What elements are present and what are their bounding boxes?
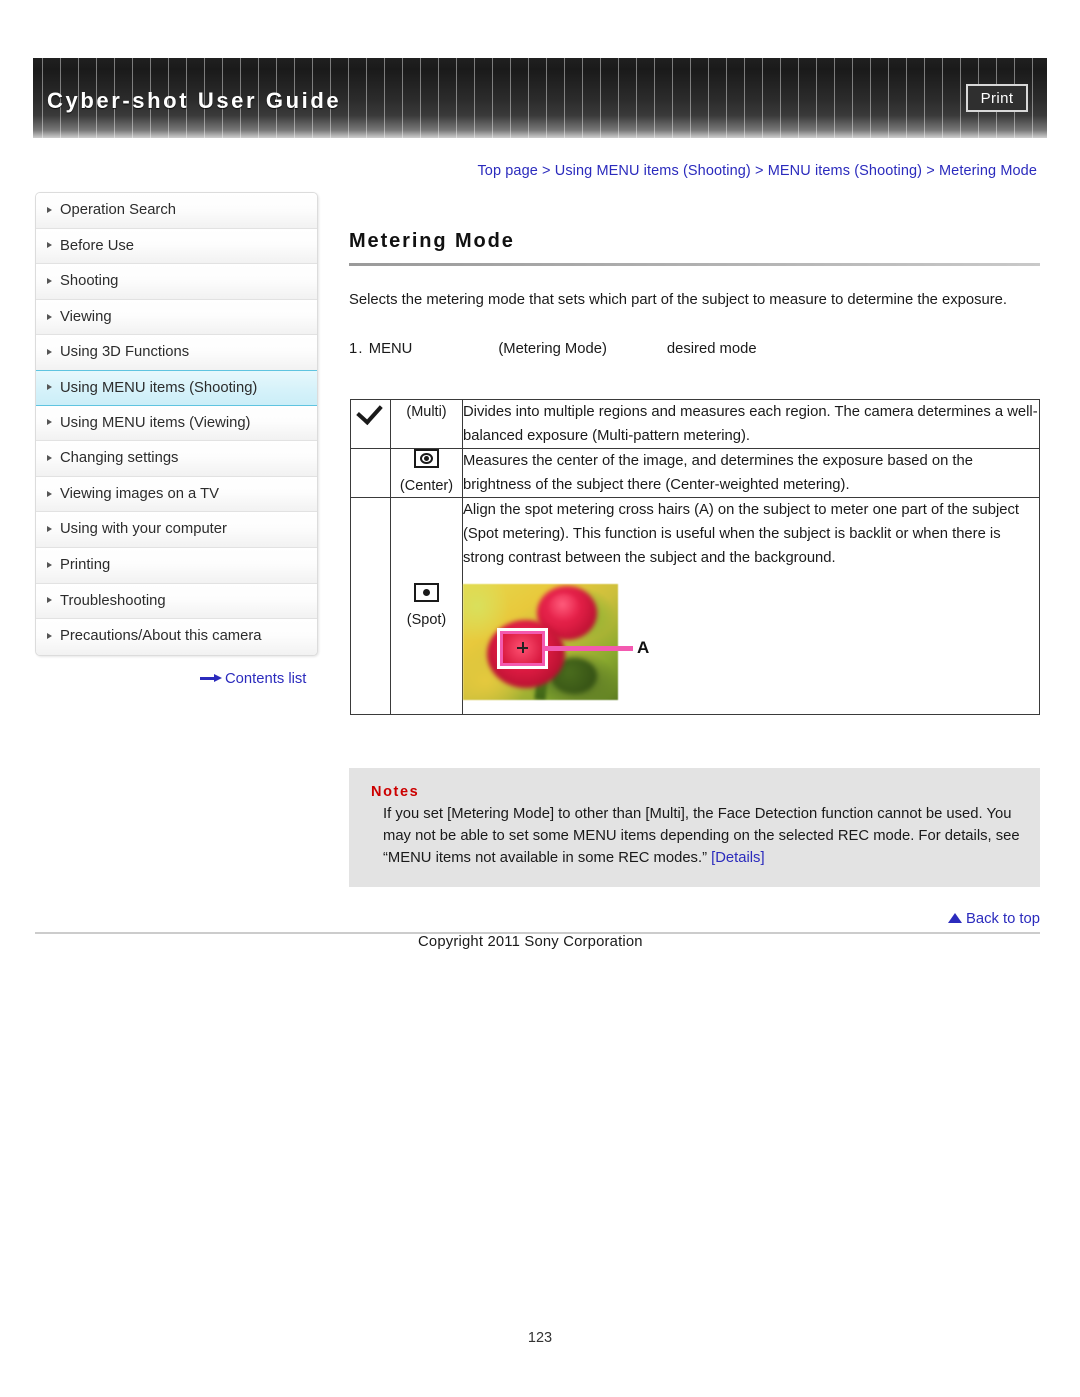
notes-body: If you set [Metering Mode] to other than… — [371, 803, 1024, 869]
sidebar-item-using-menu-items-shooting[interactable]: Using MENU items (Shooting) — [36, 369, 317, 406]
sidebar-item-label: Viewing images on a TV — [60, 485, 220, 502]
page-title: Metering Mode — [349, 230, 515, 252]
triangle-bullet-icon — [47, 597, 52, 604]
crosshair-icon — [522, 642, 524, 653]
table-row: (Center) Measures the center of the imag… — [350, 448, 1040, 498]
mode-description: Measures the center of the image, and de… — [462, 448, 1040, 498]
breadcrumb-item-menu-items-shooting[interactable]: MENU items (Shooting) — [768, 163, 922, 179]
breadcrumb-separator: > — [755, 163, 764, 179]
sidebar-item-using-with-your-computer[interactable]: Using with your computer — [36, 512, 317, 548]
sidebar-item-troubleshooting[interactable]: Troubleshooting — [36, 583, 317, 620]
triangle-bullet-icon — [47, 206, 52, 213]
mode-description-cell: Align the spot metering cross hairs (A) … — [462, 497, 1040, 715]
breadcrumb-separator: > — [542, 163, 551, 179]
back-to-top-link[interactable]: Back to top — [947, 911, 1040, 927]
contents-list-label: Contents list — [225, 671, 307, 687]
breadcrumb[interactable]: Top page > Using MENU items (Shooting) >… — [477, 163, 1037, 179]
sidebar-item-label: Using MENU items (Shooting) — [60, 379, 258, 396]
step-menu-label: MENU — [368, 341, 413, 357]
mode-label: (Center) — [399, 478, 454, 494]
print-button[interactable]: Print — [966, 84, 1028, 112]
triangle-bullet-icon — [47, 242, 52, 249]
sidebar-item-changing-settings[interactable]: Changing settings — [36, 441, 317, 477]
notes-title: Notes — [371, 784, 420, 800]
spot-metering-example-figure: A — [463, 584, 649, 700]
step-instruction: 1. MENU (Metering Mode) desired mode — [349, 341, 757, 357]
header-banner: Cyber-shot User Guide Print — [33, 58, 1047, 138]
triangle-bullet-icon — [47, 561, 52, 568]
rose-highlight — [549, 594, 579, 620]
sidebar-item-using-menu-items-viewing[interactable]: Using MENU items (Viewing) — [36, 405, 317, 442]
triangle-bullet-icon — [47, 419, 52, 426]
sidebar-item-operation-search[interactable]: Operation Search — [36, 193, 317, 229]
sidebar-item-viewing-images-on-a-tv[interactable]: Viewing images on a TV — [36, 476, 317, 513]
page-number: 123 — [527, 1330, 553, 1346]
notes-text: If you set [Metering Mode] to other than… — [383, 806, 1020, 866]
sidebar-item-label: Using with your computer — [60, 521, 227, 538]
sidebar-item-label: Using MENU items (Viewing) — [60, 414, 251, 431]
triangle-bullet-icon — [47, 490, 52, 497]
mode-icon-cell: (Spot) — [390, 497, 463, 715]
back-to-top-label: Back to top — [965, 911, 1040, 927]
center-metering-icon — [414, 449, 439, 468]
default-marker-cell — [350, 497, 391, 715]
copyright-text: Copyright 2011 Sony Corporation — [418, 934, 643, 950]
mode-description: Divides into multiple regions and measur… — [462, 399, 1040, 449]
breadcrumb-separator: > — [926, 163, 935, 179]
sidebar-item-label: Viewing — [60, 308, 112, 325]
spot-metering-icon — [414, 582, 439, 602]
notes-panel: Notes If you set [Metering Mode] to othe… — [349, 768, 1040, 887]
step-target-label: desired mode — [666, 341, 757, 357]
triangle-bullet-icon — [47, 633, 52, 640]
contents-list-link[interactable]: Contents list — [200, 671, 306, 687]
sidebar-item-label: Using 3D Functions — [60, 344, 190, 361]
sidebar-item-shooting[interactable]: Shooting — [36, 264, 317, 300]
intro-paragraph: Selects the metering mode that sets whic… — [349, 292, 1007, 308]
breadcrumb-item-using-menu-items-shooting[interactable]: Using MENU items (Shooting) — [555, 163, 751, 179]
callout-leader-line — [543, 646, 633, 651]
sidebar-item-viewing[interactable]: Viewing — [36, 299, 317, 336]
sidebar-item-label: Shooting — [60, 273, 119, 290]
table-row: (Spot) Align the spot metering cross hai… — [350, 497, 1040, 715]
sidebar-item-printing[interactable]: Printing — [36, 547, 317, 584]
default-marker-cell — [350, 448, 391, 498]
triangle-bullet-icon — [47, 349, 52, 356]
step-setting-label: (Metering Mode) — [498, 341, 607, 357]
mode-label: (Multi) — [406, 404, 447, 420]
breadcrumb-item-top-page[interactable]: Top page — [477, 163, 537, 179]
metering-mode-table: (Multi) Divides into multiple regions an… — [350, 399, 1040, 715]
sidebar-item-label: Changing settings — [60, 450, 179, 467]
sidebar-navigation: Operation Search Before Use Shooting Vie… — [35, 192, 318, 656]
mode-label: (Spot) — [406, 611, 447, 628]
step-number: 1. — [349, 341, 364, 357]
sidebar-item-using-3d-functions[interactable]: Using 3D Functions — [36, 335, 317, 371]
sidebar-item-label: Printing — [60, 556, 111, 573]
arrow-right-icon — [200, 674, 222, 682]
sidebar-item-before-use[interactable]: Before Use — [36, 228, 317, 265]
default-marker-cell — [350, 399, 391, 449]
callout-label-a: A — [637, 638, 650, 657]
check-icon — [358, 400, 384, 420]
triangle-bullet-icon — [47, 526, 52, 533]
sidebar-item-label: Before Use — [60, 237, 135, 254]
table-row: (Multi) Divides into multiple regions an… — [350, 399, 1040, 449]
mode-description: Align the spot metering cross hairs (A) … — [463, 502, 1019, 566]
details-link[interactable]: [Details] — [711, 850, 764, 866]
triangle-up-icon — [947, 913, 962, 923]
breadcrumb-item-metering-mode[interactable]: Metering Mode — [939, 163, 1037, 179]
title-divider — [349, 263, 1040, 266]
mode-icon-cell: (Multi) — [390, 399, 463, 449]
app-title: Cyber-shot User Guide — [47, 88, 342, 113]
sidebar-item-precautions-about-this-camera[interactable]: Precautions/About this camera — [36, 619, 317, 655]
sidebar-item-label: Troubleshooting — [60, 592, 166, 609]
triangle-bullet-icon — [47, 384, 52, 391]
triangle-bullet-icon — [47, 277, 52, 284]
mode-icon-cell: (Center) — [390, 448, 463, 498]
sidebar-item-label: Precautions/About this camera — [60, 628, 262, 645]
triangle-bullet-icon — [47, 454, 52, 461]
sidebar-item-label: Operation Search — [60, 202, 176, 218]
triangle-bullet-icon — [47, 313, 52, 320]
